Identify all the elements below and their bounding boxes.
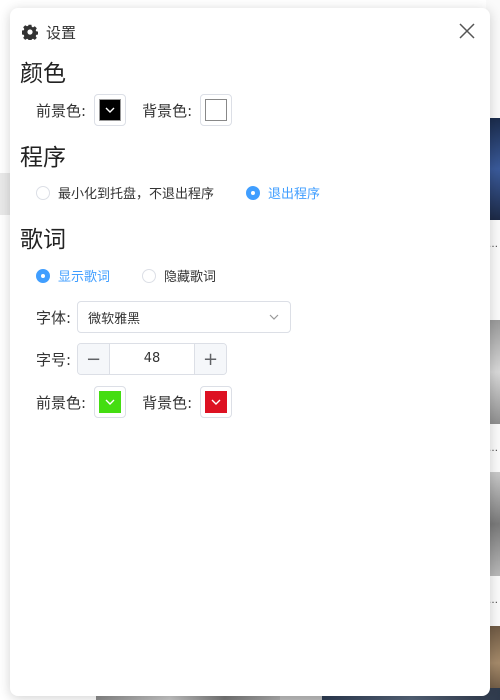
lyrics-background-color-label: 背景色: <box>142 393 193 412</box>
font-select[interactable]: 微软雅黑 <box>77 301 292 333</box>
lyrics-foreground-color-label: 前景色: <box>36 393 87 412</box>
radio-label: 退出程序 <box>268 187 321 202</box>
foreground-color-swatch <box>99 99 122 121</box>
chevron-down-icon <box>269 314 279 320</box>
minimize-to-tray-radio[interactable]: 最小化到托盘，不退出程序 <box>36 183 214 202</box>
decrease-button[interactable]: − <box>78 344 111 374</box>
background-color-label: 背景色: <box>142 101 193 120</box>
radio-circle <box>142 268 157 283</box>
radio-label: 最小化到托盘，不退出程序 <box>58 187 215 202</box>
lyrics-color-row: 前景色: 背景色: <box>36 386 233 418</box>
increase-button[interactable]: + <box>194 344 227 374</box>
radio-circle <box>36 268 50 283</box>
lyrics-section-title: 歌词 <box>20 227 66 253</box>
show-lyrics-radio[interactable]: 显示歌词 <box>36 266 110 285</box>
hide-lyrics-radio[interactable]: 隐藏歌词 <box>142 266 216 285</box>
chevron-down-icon <box>105 399 115 405</box>
chevron-down-icon <box>105 107 115 113</box>
program-radio-group: 最小化到托盘，不退出程序 退出程序 <box>36 183 320 202</box>
font-label: 字体: <box>36 308 72 327</box>
foreground-color-picker[interactable] <box>94 94 127 126</box>
font-size-label: 字号: <box>36 350 72 369</box>
font-select-value: 微软雅黑 <box>88 311 141 327</box>
font-size-row: 字号: − 48 + <box>36 343 228 375</box>
chevron-down-icon <box>211 399 221 405</box>
background-color-picker[interactable] <box>200 94 233 126</box>
lyrics-foreground-color-swatch <box>99 391 122 413</box>
close-icon[interactable] <box>456 20 478 42</box>
radio-circle <box>246 185 261 200</box>
radio-label: 显示歌词 <box>58 270 111 285</box>
font-row: 字体: 微软雅黑 <box>36 301 292 333</box>
font-size-input[interactable]: 48 <box>110 344 194 374</box>
color-section-title: 颜色 <box>20 61 66 87</box>
panel-header: 设置 <box>22 22 76 42</box>
program-section-title: 程序 <box>20 145 66 171</box>
lyrics-background-color-swatch <box>205 391 228 413</box>
font-size-stepper: − 48 + <box>77 343 228 375</box>
lyrics-radio-group: 显示歌词 隐藏歌词 <box>36 266 216 285</box>
exit-program-radio[interactable]: 退出程序 <box>246 183 320 202</box>
panel-title: 设置 <box>46 23 77 42</box>
foreground-color-label: 前景色: <box>36 101 87 120</box>
lyrics-foreground-color-picker[interactable] <box>94 386 127 418</box>
settings-panel: 设置 颜色 前景色: 背景色: 程序 最小化到托盘，不退出程序 退出程序 歌词 <box>10 8 490 696</box>
lyrics-background-color-picker[interactable] <box>200 386 233 418</box>
color-row: 前景色: 背景色: <box>36 94 233 126</box>
background-color-swatch <box>205 99 228 121</box>
gear-icon <box>22 24 38 40</box>
radio-label: 隐藏歌词 <box>164 270 217 285</box>
radio-circle <box>36 185 50 200</box>
